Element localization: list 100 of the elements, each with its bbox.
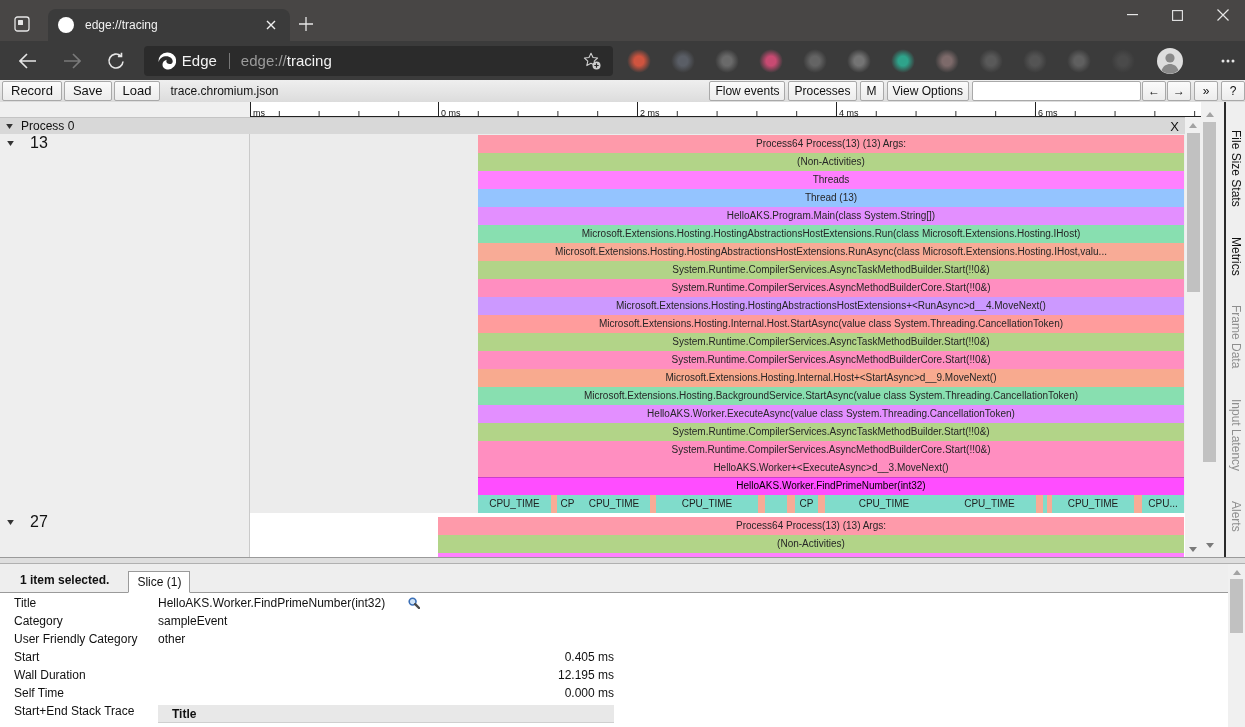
- flame-slice[interactable]: Threads: [478, 171, 1184, 189]
- scrollbar-thumb[interactable]: [1230, 579, 1243, 633]
- close-icon: [1216, 9, 1229, 21]
- plus-icon: [299, 17, 313, 31]
- toolbar-button[interactable]: Processes: [788, 81, 857, 101]
- property-value: 12.195 ms: [557, 667, 614, 684]
- column-header[interactable]: Title: [158, 705, 614, 723]
- ruler-label: 2 ms: [640, 108, 660, 118]
- flame-slice[interactable]: Microsoft.Extensions.Hosting.Internal.Host.StartAsync(value class System.Threading.CancellationToken): [478, 315, 1184, 333]
- sample-slice[interactable]: CPU_TIME: [578, 495, 650, 513]
- close-button[interactable]: X: [1168, 118, 1181, 134]
- toolbar-button[interactable]: ←: [1142, 81, 1166, 101]
- sample-slice[interactable]: CP: [557, 495, 578, 513]
- sample-slice[interactable]: CPU_TIME: [943, 495, 1036, 513]
- blurred-icon[interactable]: [759, 48, 784, 73]
- flame-slice[interactable]: System.Runtime.CompilerServices.AsyncMethodBuilderCore.Start(!!0&): [478, 279, 1184, 297]
- property-label: Title: [14, 595, 38, 612]
- analysis-tab[interactable]: Slice (1): [128, 571, 191, 593]
- sample-slice[interactable]: CPU_TIME: [656, 495, 758, 513]
- reload-icon: [106, 51, 125, 70]
- property-value: 0.000 ms: [564, 685, 614, 702]
- property-label: Category: [14, 613, 64, 630]
- property-value: 0.405 ms: [564, 649, 614, 666]
- search-icon[interactable]: [408, 597, 421, 609]
- avatar-icon[interactable]: [1157, 47, 1184, 74]
- flame-slice[interactable]: System.Runtime.CompilerServices.AsyncMethodBuilderCore.Start(!!0&): [478, 351, 1184, 369]
- toolbar-button[interactable]: View Options: [886, 81, 969, 101]
- side-tab[interactable]: Metrics: [1228, 236, 1243, 276]
- flame-slice[interactable]: Thread (13): [478, 189, 1184, 207]
- caret-icon[interactable]: [7, 519, 14, 525]
- caret-icon[interactable]: [7, 140, 14, 146]
- scrollbar-thumb[interactable]: [1203, 122, 1216, 462]
- url-text[interactable]: edge://tracing: [240, 52, 578, 69]
- toolbar-button[interactable]: →: [1167, 81, 1191, 101]
- flame-slice[interactable]: System.Runtime.CompilerServices.AsyncTaskMethodBuilder.Start(!!0&): [478, 423, 1184, 441]
- flame-slice[interactable]: (Non-Activities): [478, 153, 1184, 171]
- back-arrow-icon: [18, 52, 37, 69]
- browser-logo-icon: [157, 51, 176, 70]
- selection-summary: 1 item selected.: [20, 573, 110, 587]
- property-value: other: [158, 631, 186, 648]
- flame-slice[interactable]: HelloAKS.Worker.FindPrimeNumber(int32): [478, 477, 1184, 495]
- toolbar-button[interactable]: »: [1194, 81, 1218, 101]
- flame-slice[interactable]: System.Runtime.CompilerServices.AsyncTaskMethodBuilder.Start(!!0&): [478, 333, 1184, 351]
- flame-slice[interactable]: Microsoft.Extensions.Hosting.HostingAbstractionsHostExtensions+<RunAsync>d__4.MoveNext(): [478, 297, 1184, 315]
- property-label: Start+End Stack Trace: [14, 703, 136, 720]
- brand-label: Edge: [181, 52, 217, 69]
- property-label: Wall Duration: [14, 667, 87, 684]
- more-icon: [1221, 58, 1235, 63]
- toolbar-button[interactable]: Flow events: [709, 81, 786, 101]
- close-icon: [266, 20, 276, 30]
- star-plus-icon[interactable]: [583, 51, 602, 70]
- window-icon[interactable]: [14, 16, 30, 32]
- ruler-label: 6 ms: [1038, 108, 1058, 118]
- maximize-icon: [1172, 9, 1183, 21]
- minimize-icon: [1127, 14, 1138, 16]
- toolbar-button[interactable]: Record: [2, 81, 62, 101]
- resize-handle[interactable]: [0, 557, 1245, 564]
- address-bar[interactable]: Edge edge://tracing: [143, 45, 614, 76]
- flame-slice[interactable]: Microsoft.Extensions.Hosting.BackgroundService.StartAsync(value class System.Threading.CancellationToken): [478, 387, 1184, 405]
- property-label: Self Time: [14, 685, 65, 702]
- flame-slice[interactable]: System.Runtime.CompilerServices.AsyncTaskMethodBuilder.Start(!!0&): [478, 261, 1184, 279]
- sample-slice[interactable]: CPU_TIME: [1052, 495, 1134, 513]
- ruler-label: 4 ms: [839, 108, 859, 118]
- sample-slice[interactable]: CP: [795, 495, 818, 513]
- toolbar-button[interactable]: ?: [1221, 81, 1245, 101]
- flame-slice[interactable]: Microsoft.Extensions.Hosting.HostingAbstractionsHostExtensions.RunAsync(class Microsoft.Extensions.Hosting.IHost,valu...: [478, 243, 1184, 261]
- track-title: 13: [30, 134, 48, 152]
- browser-tab[interactable]: edge://tracing: [48, 9, 290, 41]
- caret-icon[interactable]: [6, 123, 13, 129]
- file-name: trace.chromium.json: [170, 84, 279, 98]
- flame-slice[interactable]: Microsoft.Extensions.Hosting.Internal.Host+<StartAsync>d__9.MoveNext(): [478, 369, 1184, 387]
- flame-slice[interactable]: Process64 Process(13) (13) Args:: [438, 517, 1184, 535]
- toolbar-button[interactable]: M: [859, 81, 884, 101]
- flame-slice[interactable]: HelloAKS.Worker.ExecuteAsync(value class System.Threading.CancellationToken): [478, 405, 1184, 423]
- side-tab[interactable]: File Size Stats: [1228, 130, 1243, 207]
- scrollbar-thumb[interactable]: [1186, 133, 1200, 292]
- vertical-scrollbar[interactable]: [1228, 564, 1245, 727]
- toolbar-button[interactable]: Load: [113, 81, 161, 101]
- ruler-label: 0 ms: [441, 108, 461, 118]
- property-value: HelloAKS.Worker.FindPrimeNumber(int32): [158, 595, 386, 612]
- flame-slice[interactable]: HelloAKS.Program.Main(class System.String[]): [478, 207, 1184, 225]
- ruler-label: ms: [253, 108, 265, 118]
- sample-slice[interactable]: CPU_TIME: [825, 495, 943, 513]
- flame-slice[interactable]: HelloAKS.Worker+<ExecuteAsync>d__3.MoveNext(): [478, 459, 1184, 477]
- process-title: Process 0: [21, 119, 76, 133]
- sample-slice[interactable]: CPU_TIME: [478, 495, 551, 513]
- flame-slice[interactable]: System.Runtime.CompilerServices.AsyncMethodBuilderCore.Start(!!0&): [478, 441, 1184, 459]
- blurred-icon[interactable]: [627, 48, 652, 73]
- toolbar-button[interactable]: Save: [63, 81, 112, 101]
- page-icon: [58, 17, 74, 33]
- blurred-icon[interactable]: [891, 48, 916, 73]
- flame-slice[interactable]: Microsoft.Extensions.Hosting.HostingAbstractionsHostExtensions.Run(class Microsoft.Extensions.Hosting.IHost): [478, 225, 1184, 243]
- scroll-up-icon[interactable]: [1232, 570, 1241, 575]
- flame-slice[interactable]: (Non-Activities): [438, 535, 1184, 553]
- flame-slice[interactable]: Process64 Process(13) (13) Args:: [478, 135, 1184, 153]
- track-title: 27: [30, 513, 48, 531]
- search-field[interactable]: [972, 81, 1141, 101]
- sample-slice[interactable]: CPU...: [1142, 495, 1184, 513]
- forward-arrow-icon: [62, 52, 81, 69]
- process-header[interactable]: Process 0 X: [0, 117, 1185, 134]
